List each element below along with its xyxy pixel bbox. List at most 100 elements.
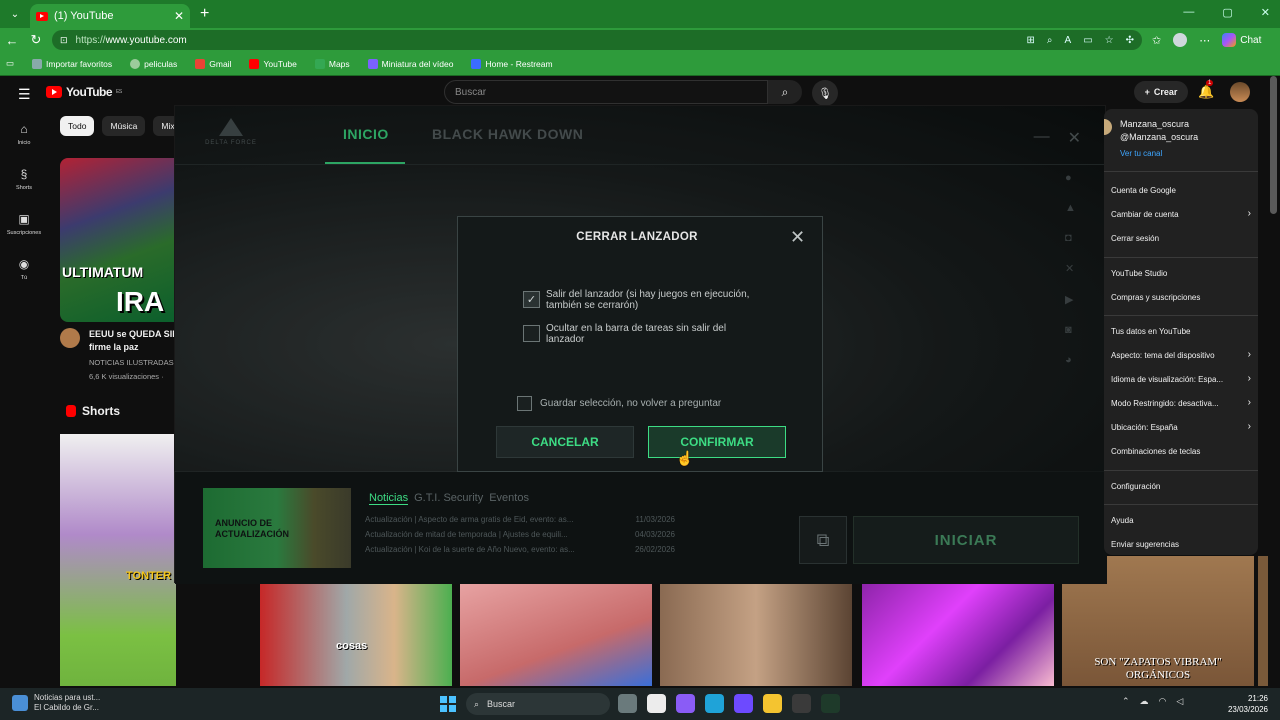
chrome-icon[interactable] — [792, 694, 811, 713]
reading-view-icon[interactable]: ▭ — [1083, 35, 1092, 46]
account-menu-item[interactable]: Cerrar sesión — [1111, 234, 1251, 243]
back-icon[interactable]: ← — [0, 33, 24, 48]
account-menu-item[interactable]: Tus datos en YouTube — [1111, 327, 1251, 336]
maximize-window-icon[interactable]: ▢ — [1222, 6, 1232, 19]
more-menu-icon[interactable]: ⋯ — [1199, 34, 1210, 47]
bookmark-item[interactable]: Importar favoritos — [32, 58, 112, 69]
minimize-window-icon[interactable]: — — [1183, 6, 1194, 19]
news-item[interactable]: Actualización de mitad de temporada | Aj… — [365, 527, 675, 542]
guide-item-you[interactable]: ◉ Tú — [0, 251, 48, 296]
news-banner-image[interactable]: ANUNCIO DE ACTUALIZACIÓN — [203, 488, 351, 568]
profile-avatar-icon[interactable] — [1173, 33, 1188, 47]
onedrive-icon[interactable]: ☁ — [1140, 696, 1149, 707]
close-tab-icon[interactable]: ✕ — [174, 9, 184, 23]
account-menu-item[interactable]: Ubicación: España › — [1111, 421, 1251, 432]
news-tab-news[interactable]: Noticias — [369, 492, 409, 505]
tab-list-button[interactable]: ⌄ — [4, 4, 26, 24]
bookmark-item[interactable]: YouTube — [249, 58, 297, 69]
bookmarks-menu-icon[interactable]: ▭ — [6, 58, 14, 69]
create-button[interactable]: + Crear — [1134, 81, 1188, 103]
short-thumbnail[interactable]: TONTER — [60, 434, 176, 686]
channel-name[interactable]: NOTICIAS ILUSTRADAS — [89, 358, 174, 367]
short-thumbnail[interactable] — [660, 584, 852, 686]
short-thumbnail[interactable] — [862, 584, 1054, 686]
account-menu-item[interactable]: Enviar sugerencias — [1111, 540, 1251, 549]
bookmark-item[interactable]: peliculas — [130, 58, 177, 69]
start-button[interactable] — [440, 696, 456, 712]
video-thumbnail[interactable]: ULTIMATUM IRA — [60, 158, 176, 322]
browser-tab-youtube[interactable]: (1) YouTube ✕ — [30, 4, 190, 28]
search-input[interactable]: Buscar — [444, 80, 768, 104]
wifi-icon[interactable]: ◠ — [1159, 696, 1167, 707]
proton-icon[interactable] — [734, 694, 753, 713]
reload-icon[interactable]: ↻ — [24, 32, 48, 48]
read-aloud-icon[interactable]: A — [1065, 35, 1072, 46]
short-thumbnail[interactable]: cosas — [260, 584, 452, 686]
video-title[interactable]: EEUU se QUEDA SIN firme la paz — [89, 328, 179, 354]
account-menu-item[interactable]: Aspecto: tema del dispositivo › — [1111, 349, 1251, 360]
account-avatar[interactable] — [1230, 82, 1250, 102]
bookmark-item[interactable]: Home - Restream — [471, 58, 553, 69]
extensions-icon[interactable]: ✣ — [1126, 35, 1134, 46]
news-tab-events[interactable]: Eventos — [489, 492, 529, 505]
news-item[interactable]: Actualización | Koi de la suerte de Año … — [365, 542, 675, 557]
bookmark-item[interactable]: Maps — [314, 58, 350, 69]
guide-item-home[interactable]: ⌂ Inicio — [0, 116, 48, 161]
favorites-icon[interactable]: ✩ — [1152, 34, 1161, 47]
account-menu-item[interactable]: Compras y suscripciones — [1111, 293, 1251, 302]
hamburger-menu-icon[interactable]: ☰ — [18, 86, 31, 103]
option-hide-taskbar[interactable]: Ocultar en la barra de tareas sin salir … — [523, 323, 766, 345]
account-menu-item[interactable]: Idioma de visualización: Espa... › — [1111, 373, 1251, 384]
tray-overflow-icon[interactable]: ⌃ — [1122, 696, 1130, 707]
remember-choice-checkbox[interactable] — [517, 396, 532, 411]
copilot-icon[interactable] — [676, 694, 695, 713]
view-channel-link[interactable]: Ver tu canal — [1120, 149, 1162, 158]
channel-avatar[interactable] — [60, 328, 80, 348]
install-app-icon[interactable]: ⊞ — [1027, 35, 1035, 46]
voice-search-button[interactable]: 🎙 — [812, 80, 838, 106]
account-menu-item[interactable]: YouTube Studio — [1111, 269, 1251, 278]
start-game-button[interactable]: INICIAR — [853, 516, 1079, 564]
notifications-button[interactable]: 🔔 1 — [1198, 80, 1214, 100]
account-menu-item[interactable]: Ayuda — [1111, 516, 1251, 525]
news-tab-security[interactable]: G.T.I. Security — [414, 492, 483, 505]
exit-launcher-checkbox[interactable]: ✓ — [523, 291, 540, 308]
option-exit-launcher[interactable]: ✓ Salir del lanzador (si hay juegos en e… — [523, 289, 766, 311]
bookmark-item[interactable]: Gmail — [195, 58, 231, 69]
youtube-logo[interactable]: YouTube ES — [46, 85, 122, 99]
edge-icon[interactable] — [705, 694, 724, 713]
account-menu-item[interactable]: Cuenta de Google — [1111, 186, 1251, 195]
taskbar-clock[interactable]: 21:26 23/03/2026 — [1220, 693, 1268, 715]
delta-force-icon[interactable] — [821, 694, 840, 713]
volume-icon[interactable]: ◁ — [1176, 696, 1183, 707]
cancel-button[interactable]: CANCELAR — [496, 426, 634, 458]
account-menu-item[interactable]: Modo Restringido: desactiva... › — [1111, 397, 1251, 408]
bookmark-item[interactable]: Miniatura del vídeo — [367, 58, 453, 69]
task-view-icon[interactable] — [618, 694, 637, 713]
account-menu-item[interactable]: Cambiar de cuenta › — [1111, 208, 1251, 219]
news-widget[interactable]: Noticias para ust... El Cabildo de Gr... — [12, 693, 100, 713]
guide-item-subscriptions[interactable]: ▣ Suscripciones — [0, 206, 48, 251]
close-window-icon[interactable]: ✕ — [1261, 6, 1270, 19]
account-menu-item[interactable]: Configuración — [1111, 482, 1251, 491]
site-info-icon[interactable]: ⊡ — [60, 35, 68, 46]
confirm-button[interactable]: CONFIRMAR — [648, 426, 786, 458]
search-button[interactable]: ⌕ — [768, 80, 802, 104]
account-menu-item[interactable]: Combinaciones de teclas — [1111, 447, 1251, 456]
explorer-icon[interactable] — [763, 694, 782, 713]
guide-item-shorts[interactable]: § Shorts — [0, 161, 48, 206]
store-icon[interactable] — [647, 694, 666, 713]
hide-taskbar-checkbox[interactable] — [523, 325, 540, 342]
dialog-close-icon[interactable]: ✕ — [790, 227, 805, 248]
chip-music[interactable]: Música — [102, 116, 146, 136]
chip-all[interactable]: Todo — [60, 116, 95, 136]
taskbar-search[interactable]: ⌕ Buscar — [466, 693, 610, 715]
scrollbar-thumb[interactable] — [1270, 76, 1277, 214]
copilot-chat-button[interactable]: Chat — [1222, 33, 1261, 47]
short-thumbnail[interactable] — [460, 584, 652, 686]
news-item[interactable]: Actualización | Aspecto de arma gratis d… — [365, 512, 675, 527]
option-remember-choice[interactable]: Guardar selección, no volver a preguntar — [517, 396, 790, 411]
favorite-star-icon[interactable]: ☆ — [1105, 35, 1114, 46]
new-tab-button[interactable]: + — [200, 5, 209, 23]
zoom-icon[interactable]: ⌕ — [1047, 35, 1053, 46]
